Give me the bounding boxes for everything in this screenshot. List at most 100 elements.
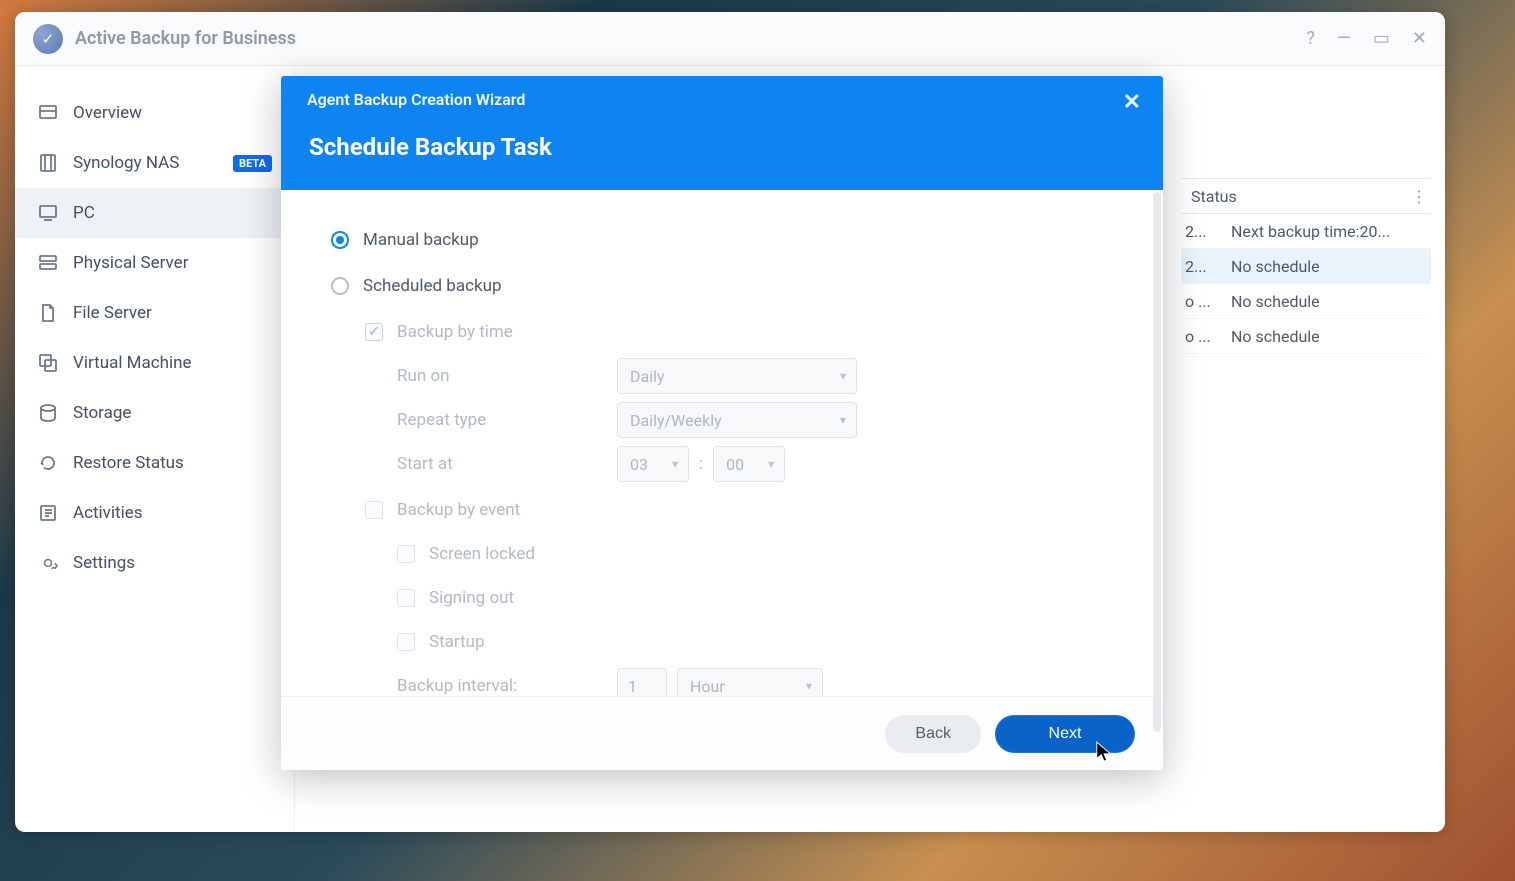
checkbox-icon [365, 501, 383, 519]
checkbox-icon [397, 589, 415, 607]
checkbox-backup-by-time[interactable]: Backup by time [331, 312, 1113, 352]
close-icon[interactable]: ✕ [1412, 28, 1427, 49]
modal-footer: Back Next [281, 696, 1163, 770]
radio-icon [331, 231, 349, 249]
table-row[interactable]: 2... Next backup time:20... [1181, 214, 1431, 249]
sidebar-item-activities[interactable]: Activities [15, 488, 294, 538]
table-row[interactable]: o ... No schedule [1181, 284, 1431, 319]
beta-badge: BETA [233, 155, 272, 172]
cell-truncated: 2... [1181, 222, 1221, 241]
checkbox-label: Backup by time [397, 322, 513, 342]
table-row[interactable]: 2... No schedule [1181, 249, 1431, 284]
cell-status: Next backup time:20... [1221, 222, 1431, 241]
vm-icon [37, 352, 59, 374]
nas-icon [37, 152, 59, 174]
select-start-hour[interactable]: 03 [617, 446, 689, 482]
sidebar-item-label: Overview [73, 103, 142, 123]
row-run-on: Run on Daily [331, 356, 1113, 396]
checkbox-screen-locked[interactable]: Screen locked [331, 534, 1113, 574]
checkbox-startup[interactable]: Startup [331, 622, 1113, 662]
cell-status: No schedule [1221, 327, 1431, 346]
window-controls: ? — ▭ ✕ [1306, 28, 1427, 49]
checkbox-signing-out[interactable]: Signing out [331, 578, 1113, 618]
wizard-title: Agent Backup Creation Wizard [307, 90, 1137, 109]
fileserver-icon [37, 302, 59, 324]
cell-status: No schedule [1221, 257, 1431, 276]
sidebar-item-synology-nas[interactable]: Synology NAS BETA [15, 138, 294, 188]
sidebar-item-physical-server[interactable]: Physical Server [15, 238, 294, 288]
help-icon[interactable]: ? [1306, 28, 1315, 49]
minimize-icon[interactable]: — [1337, 28, 1351, 49]
close-icon[interactable]: ✕ [1123, 90, 1141, 115]
restore-icon [37, 452, 59, 474]
sidebar-item-label: Settings [73, 553, 135, 573]
radio-label: Scheduled backup [363, 276, 502, 296]
checkbox-label: Signing out [429, 588, 514, 608]
cell-status: No schedule [1221, 292, 1431, 311]
column-menu-icon[interactable]: ⋮ [1407, 187, 1431, 206]
select-value: Daily [630, 367, 665, 386]
activities-icon [37, 502, 59, 524]
storage-icon [37, 402, 59, 424]
checkbox-label: Screen locked [429, 544, 535, 564]
select-value: Daily/Weekly [630, 411, 722, 430]
sidebar-item-file-server[interactable]: File Server [15, 288, 294, 338]
task-table: Status ⋮ 2... Next backup time:20... 2..… [1181, 178, 1431, 354]
sidebar-item-restore-status[interactable]: Restore Status [15, 438, 294, 488]
field-label: Repeat type [397, 410, 617, 430]
checkbox-icon [397, 633, 415, 651]
server-icon [37, 252, 59, 274]
maximize-icon[interactable]: ▭ [1373, 28, 1390, 49]
table-header: Status ⋮ [1181, 178, 1431, 214]
gear-icon [37, 552, 59, 574]
sidebar-item-storage[interactable]: Storage [15, 388, 294, 438]
select-value: Hour [690, 677, 725, 696]
sidebar-item-label: Physical Server [73, 253, 188, 273]
time-colon: : [699, 454, 703, 474]
row-start-at: Start at 03 : 00 [331, 444, 1113, 484]
table-row[interactable]: o ... No schedule [1181, 319, 1431, 354]
sidebar-item-label: Storage [73, 403, 131, 423]
titlebar: ✓ Active Backup for Business ? — ▭ ✕ [15, 12, 1445, 66]
sidebar-item-pc[interactable]: PC [15, 188, 294, 238]
checkbox-label: Startup [429, 632, 485, 652]
field-label: Run on [397, 366, 617, 386]
sidebar-item-label: File Server [73, 303, 152, 323]
field-label: Backup interval: [397, 676, 617, 696]
back-button[interactable]: Back [885, 715, 981, 753]
radio-manual-backup[interactable]: Manual backup [331, 220, 1113, 260]
next-button[interactable]: Next [995, 715, 1135, 753]
select-interval-unit[interactable]: Hour [677, 668, 823, 696]
radio-scheduled-backup[interactable]: Scheduled backup [331, 266, 1113, 306]
input-interval-number[interactable]: 1 [617, 668, 667, 696]
select-repeat-type[interactable]: Daily/Weekly [617, 402, 857, 438]
checkbox-label: Backup by event [397, 500, 520, 520]
sidebar-item-label: Activities [73, 503, 143, 523]
overview-icon [37, 102, 59, 124]
select-run-on[interactable]: Daily [617, 358, 857, 394]
select-start-minute[interactable]: 00 [713, 446, 785, 482]
sidebar-item-label: PC [73, 203, 95, 223]
column-header-status[interactable]: Status [1181, 187, 1407, 206]
sidebar-item-label: Restore Status [73, 453, 184, 473]
row-repeat-type: Repeat type Daily/Weekly [331, 400, 1113, 440]
input-value: 1 [628, 677, 637, 696]
sidebar-item-label: Virtual Machine [73, 353, 192, 373]
app-icon: ✓ [33, 24, 63, 54]
checkbox-icon [365, 323, 383, 341]
app-title: Active Backup for Business [75, 28, 296, 49]
wizard-modal: Agent Backup Creation Wizard Schedule Ba… [281, 76, 1163, 770]
cell-truncated: o ... [1181, 292, 1221, 311]
sidebar-item-overview[interactable]: Overview [15, 88, 294, 138]
modal-body: Manual backup Scheduled backup Backup by… [281, 190, 1163, 696]
pc-icon [37, 202, 59, 224]
select-value: 03 [630, 455, 648, 474]
checkbox-backup-by-event[interactable]: Backup by event [331, 490, 1113, 530]
sidebar-item-settings[interactable]: Settings [15, 538, 294, 588]
field-label: Start at [397, 454, 617, 474]
sidebar-item-virtual-machine[interactable]: Virtual Machine [15, 338, 294, 388]
cell-truncated: 2... [1181, 257, 1221, 276]
radio-icon [331, 277, 349, 295]
sidebar: Overview Synology NAS BETA PC Physical [15, 66, 295, 832]
select-value: 00 [726, 455, 744, 474]
